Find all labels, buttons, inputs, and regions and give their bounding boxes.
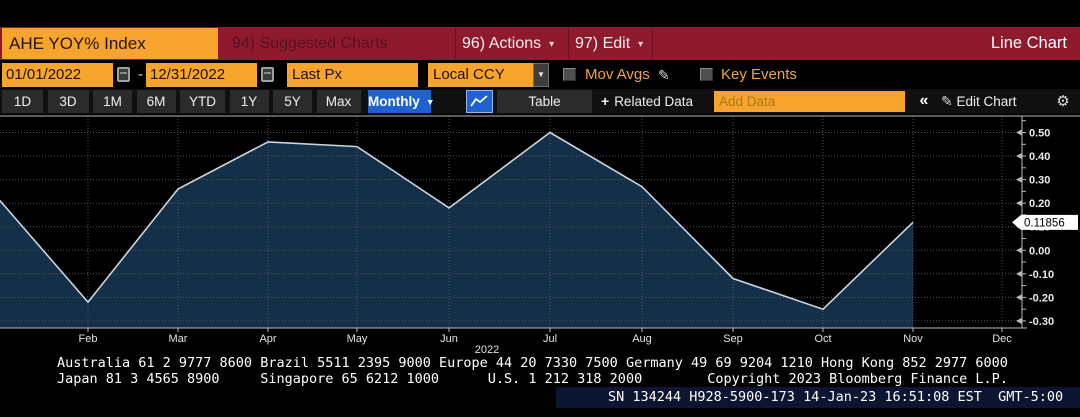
range-5y-button[interactable]: 5Y [273, 90, 312, 113]
edit-chart-button[interactable]: ✎ Edit Chart [941, 90, 1017, 113]
svg-text:Jul: Jul [543, 333, 557, 345]
line-chart-icon [467, 91, 492, 112]
range-buttons: 1D 3D 1M 6M YTD 1Y 5Y Max [2, 90, 361, 113]
key-events-checkbox[interactable] [700, 68, 713, 81]
calendar-icon[interactable] [261, 67, 274, 82]
currency-select[interactable]: Local CCY [428, 63, 533, 87]
svg-text:Mar: Mar [169, 333, 188, 345]
range-1y-button[interactable]: 1Y [230, 90, 269, 113]
chart-controls-bar: 1D 3D 1M 6M YTD 1Y 5Y Max Monthly▼ Table… [0, 89, 1080, 114]
caret-down-icon: ▾ [549, 39, 554, 50]
frequency-select[interactable]: Monthly▼ [368, 90, 431, 113]
menu-divider [652, 29, 653, 58]
svg-text:Sep: Sep [723, 333, 743, 345]
range-3d-button[interactable]: 3D [48, 90, 89, 113]
footer-contact-line1: Australia 61 2 9777 8600 Brazil 5511 239… [57, 355, 1008, 370]
plus-icon: + [601, 93, 609, 109]
start-date-input[interactable] [2, 63, 113, 87]
svg-text:-0.10: -0.10 [1029, 269, 1054, 281]
security-field[interactable]: AHE YOY% Index [2, 28, 218, 59]
edit-menu-item[interactable]: 97) Edit ▾ [575, 27, 643, 60]
price-field-select[interactable]: Last Px [287, 63, 418, 87]
end-date-input[interactable] [146, 63, 257, 87]
svg-text:Jun: Jun [440, 333, 458, 345]
svg-text:Oct: Oct [814, 333, 831, 345]
edit-chart-label: Edit Chart [957, 94, 1017, 109]
svg-text:Nov: Nov [903, 333, 923, 345]
svg-text:0.00: 0.00 [1029, 245, 1050, 257]
range-1d-button[interactable]: 1D [2, 90, 43, 113]
mov-avgs-label[interactable]: Mov Avgs [585, 62, 650, 88]
related-data-label: Related Data [614, 94, 693, 109]
dropdown-arrow-icon: ▼ [537, 70, 545, 79]
svg-text:0.30: 0.30 [1029, 175, 1050, 187]
currency-dropdown-button[interactable]: ▼ [533, 63, 549, 87]
menu-divider [568, 29, 569, 58]
mov-avgs-pencil-icon[interactable]: ✎ [658, 62, 670, 88]
actions-menu-item[interactable]: 96) Actions ▾ [462, 27, 554, 60]
date-range-separator: - [138, 63, 143, 87]
range-6m-button[interactable]: 6M [137, 90, 176, 113]
svg-text:-0.20: -0.20 [1029, 292, 1054, 304]
svg-text:Aug: Aug [632, 333, 652, 345]
bloomberg-terminal: AHE YOY% Index 94) Suggested Charts 96) … [0, 0, 1080, 417]
range-1m-button[interactable]: 1M [93, 90, 132, 113]
range-max-button[interactable]: Max [317, 90, 361, 113]
svg-text:Apr: Apr [259, 333, 276, 345]
toolbar: - Last Px Local CCY ▼ Mov Avgs ✎ Key Eve… [0, 62, 1080, 88]
footer-contact-line2: Japan 81 3 4565 8900 Singapore 65 6212 1… [57, 371, 1008, 386]
related-data-button[interactable]: + Related Data [601, 90, 705, 113]
table-button[interactable]: Table [497, 90, 592, 113]
price-chart[interactable]: FebMarAprMayJunJulAugSepOctNovDec20220.5… [0, 114, 1080, 356]
svg-text:0.20: 0.20 [1029, 198, 1050, 210]
dropdown-arrow-icon: ▼ [426, 97, 435, 107]
range-ytd-button[interactable]: YTD [180, 90, 225, 113]
menu-divider [455, 29, 456, 58]
svg-text:0.50: 0.50 [1029, 127, 1050, 139]
menu-bar: AHE YOY% Index 94) Suggested Charts 96) … [0, 27, 1080, 60]
chart-type-button[interactable] [466, 90, 493, 113]
svg-text:0.40: 0.40 [1029, 151, 1050, 163]
session-info-line: SN 134244 H928-5900-173 14-Jan-23 16:51:… [608, 389, 1063, 405]
svg-text:May: May [347, 333, 368, 345]
svg-text:0.11856: 0.11856 [1024, 217, 1065, 229]
mov-avgs-checkbox[interactable] [563, 68, 576, 81]
suggested-charts-menu-item[interactable]: 94) Suggested Charts [232, 27, 388, 60]
x-axis-labels: FebMarAprMayJunJulAugSepOctNovDec2022 [79, 333, 1013, 356]
collapse-toolbar-button[interactable]: « [909, 90, 939, 113]
calendar-icon[interactable] [117, 67, 130, 82]
area-fill [0, 133, 913, 329]
key-events-label[interactable]: Key Events [721, 62, 797, 88]
settings-gear-button[interactable]: ⚙ [1050, 90, 1076, 113]
edit-menu-label: 97) Edit [575, 35, 630, 52]
svg-text:-0.30: -0.30 [1029, 316, 1054, 328]
pencil-icon: ✎ [941, 93, 953, 109]
svg-text:Feb: Feb [79, 333, 98, 345]
add-data-input[interactable] [714, 91, 905, 112]
svg-text:Dec: Dec [992, 333, 1012, 345]
actions-menu-label: 96) Actions [462, 35, 541, 52]
caret-down-icon: ▾ [638, 39, 643, 50]
view-title: Line Chart [991, 27, 1067, 60]
frequency-label: Monthly [368, 94, 420, 109]
